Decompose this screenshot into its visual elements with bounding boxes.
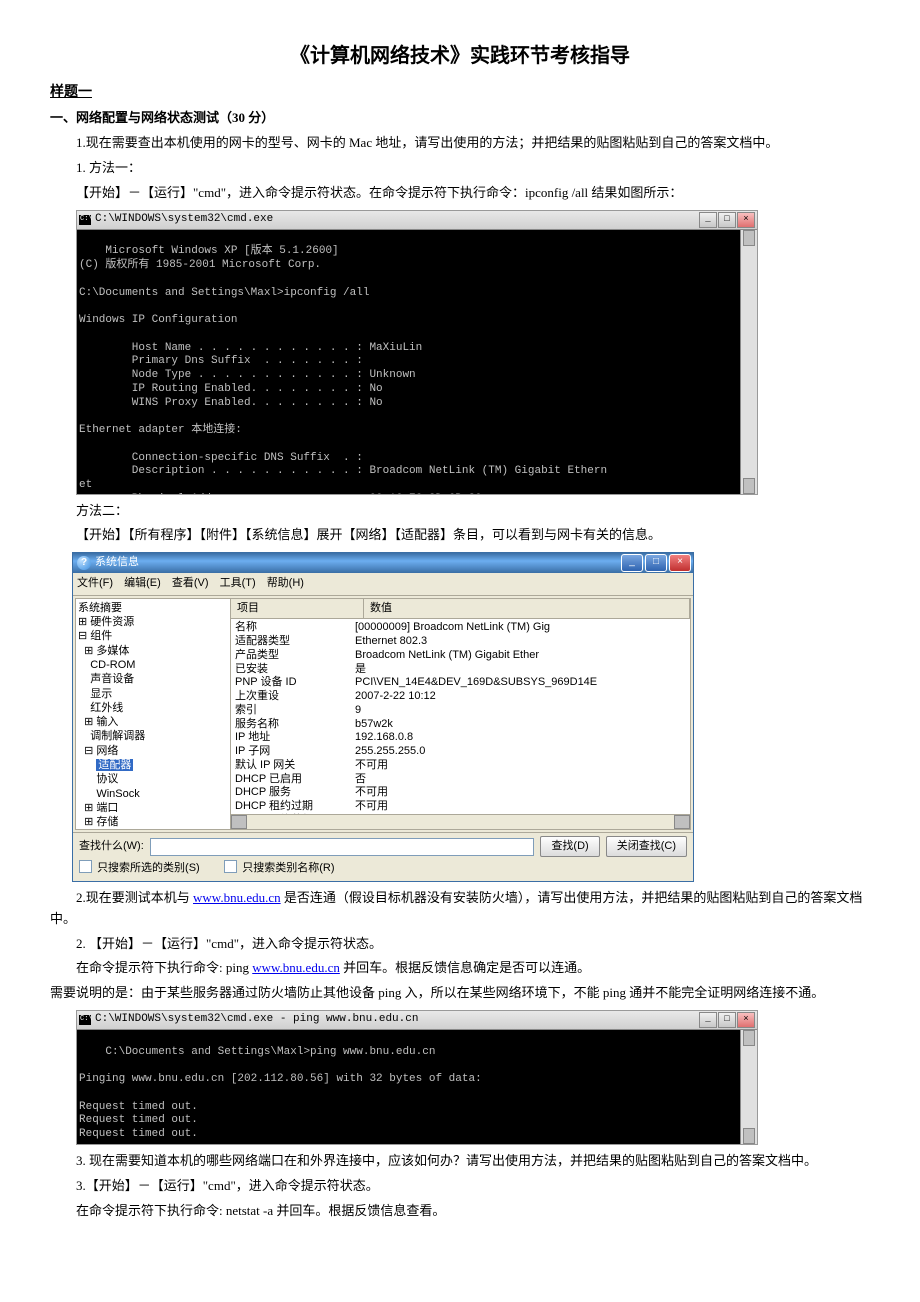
method1-text: 【开始】－【运行】"cmd"，进入命令提示符状态。在命令提示符下执行命令：ipc… — [50, 183, 870, 204]
minimize-button[interactable]: _ — [699, 1012, 717, 1028]
menu-edit[interactable]: 编辑(E) — [124, 577, 161, 589]
checkbox-label-1: 只搜索所选的类别(S) — [97, 862, 200, 874]
tree-node[interactable]: 显示 — [78, 687, 228, 701]
tree-node[interactable]: ⊞ 存储 — [78, 815, 228, 829]
section1-heading: 一、网络配置与网络状态测试（30 分） — [50, 108, 870, 129]
tree-node[interactable]: 声音设备 — [78, 672, 228, 686]
find-button[interactable]: 查找(D) — [540, 836, 599, 858]
tree-node[interactable]: 红外线 — [78, 701, 228, 715]
search-label: 查找什么(W): — [79, 838, 144, 856]
maximize-button[interactable]: □ — [718, 212, 736, 228]
method2-text: 【开始】【所有程序】【附件】【系统信息】展开【网络】【适配器】条目，可以看到与网… — [50, 525, 870, 546]
cmd-scrollbar[interactable] — [740, 1030, 757, 1144]
cmd-icon — [79, 1015, 91, 1025]
link-bnu[interactable]: www.bnu.edu.cn — [193, 890, 281, 905]
search-input[interactable] — [150, 838, 535, 856]
cmd-title-text: C:\WINDOWS\system32\cmd.exe - ping www.b… — [95, 1011, 418, 1029]
checkbox-label-2: 只搜索类别名称(R) — [242, 862, 334, 874]
list-horizontal-scrollbar[interactable] — [231, 814, 690, 829]
method1-label: 1. 方法一： — [50, 158, 870, 179]
menu-file[interactable]: 文件(F) — [77, 577, 113, 589]
close-button[interactable]: × — [737, 1012, 755, 1028]
q2-text-a: 2.现在要测试本机与 — [76, 890, 193, 905]
question-3: 3. 现在需要知道本机的哪些网络端口在和外界连接中，应该如何办？请写出使用方法，… — [50, 1151, 870, 1172]
method2-label: 方法二： — [50, 501, 870, 522]
cmd-output: Microsoft Windows XP [版本 5.1.2600] (C) 版… — [79, 245, 607, 493]
menu-help[interactable]: 帮助(H) — [267, 577, 304, 589]
list-rows[interactable]: 名称 适配器类型 产品类型 已安装 PNP 设备 ID 上次重设 索引 服务名称… — [231, 619, 690, 813]
tree-node[interactable]: ⊟ 网络 — [78, 744, 228, 758]
cmd-icon — [79, 215, 91, 225]
close-button[interactable]: × — [737, 212, 755, 228]
cmd-titlebar[interactable]: C:\WINDOWS\system32\cmd.exe - ping www.b… — [77, 1011, 757, 1030]
cmd-window-ping: C:\WINDOWS\system32\cmd.exe - ping www.b… — [76, 1010, 758, 1145]
answer-3-step2: 在命令提示符下执行命令: netstat -a 并回车。根据反馈信息查看。 — [50, 1201, 870, 1222]
answer-2-step2: 在命令提示符下执行命令: ping www.bnu.edu.cn 并回车。根据反… — [50, 958, 870, 979]
cmd-titlebar[interactable]: C:\WINDOWS\system32\cmd.exe _ □ × — [77, 211, 757, 230]
checkbox-category-names[interactable] — [224, 860, 237, 873]
system-info-window: ? 系统信息 _ □ × 文件(F) 编辑(E) 查看(V) 工具(T) 帮助(… — [72, 552, 694, 882]
minimize-button[interactable]: _ — [699, 212, 717, 228]
tree-node[interactable]: ⊞ 多媒体 — [78, 644, 228, 658]
tree-node[interactable]: ⊞ 输入 — [78, 715, 228, 729]
sysinfo-title: 系统信息 — [95, 554, 139, 572]
maximize-button[interactable]: □ — [718, 1012, 736, 1028]
tree-node[interactable]: 调制解调器 — [78, 729, 228, 743]
cmd-title-text: C:\WINDOWS\system32\cmd.exe — [95, 211, 273, 229]
list-headers[interactable]: 项目 数值 — [231, 599, 690, 620]
close-find-button[interactable]: 关闭查找(C) — [606, 836, 687, 858]
tree-node[interactable]: WinSock — [78, 787, 228, 801]
a2-text-b: 并回车。根据反馈信息确定是否可以连通。 — [340, 960, 590, 975]
sample-heading: 样题一 — [50, 82, 870, 104]
col-header-value[interactable]: 数值 — [364, 599, 690, 619]
cmd-output: C:\Documents and Settings\Maxl>ping www.… — [79, 1046, 482, 1144]
checkbox-selected-category[interactable] — [79, 860, 92, 873]
sysinfo-titlebar[interactable]: ? 系统信息 _ □ × — [73, 553, 693, 573]
help-icon: ? — [77, 556, 91, 570]
question-2: 2.现在要测试本机与 www.bnu.edu.cn 是否连通（假设目标机器没有安… — [50, 888, 870, 930]
page-title: 《计算机网络技术》实践环节考核指导 — [50, 40, 870, 72]
tree-node[interactable]: 协议 — [78, 772, 228, 786]
menu-tools[interactable]: 工具(T) — [220, 577, 256, 589]
maximize-button[interactable]: □ — [645, 554, 667, 572]
tree-node[interactable]: ⊟ 组件 — [78, 629, 228, 643]
search-bar: 查找什么(W): 查找(D) 关闭查找(C) 只搜索所选的类别(S) 只搜索类别… — [73, 832, 693, 881]
close-button[interactable]: × — [669, 554, 691, 572]
question-1: 1.现在需要查出本机使用的网卡的型号、网卡的 Mac 地址，请写出使用的方法；并… — [50, 133, 870, 154]
tree-node[interactable]: ⊞ 硬件资源 — [78, 615, 228, 629]
col-header-item[interactable]: 项目 — [231, 599, 364, 619]
menu-bar[interactable]: 文件(F) 编辑(E) 查看(V) 工具(T) 帮助(H) — [73, 573, 693, 596]
cmd-window-ipconfig: C:\WINDOWS\system32\cmd.exe _ □ × Micros… — [76, 210, 758, 495]
minimize-button[interactable]: _ — [621, 554, 643, 572]
tree-node[interactable]: 系统摘要 — [78, 601, 228, 615]
a2-text-a: 在命令提示符下执行命令: ping — [76, 960, 252, 975]
tree-pane[interactable]: 系统摘要⊞ 硬件资源⊟ 组件 ⊞ 多媒体 CD-ROM 声音设备 显示 红外线 … — [76, 599, 231, 829]
answer-2-step1: 2. 【开始】－【运行】"cmd"，进入命令提示符状态。 — [50, 934, 870, 955]
tree-node[interactable]: CD-ROM — [78, 658, 228, 672]
cmd-scrollbar[interactable] — [740, 230, 757, 494]
answer-2-note: 需要说明的是：由于某些服务器通过防火墙防止其他设备 ping 入，所以在某些网络… — [50, 983, 870, 1004]
tree-node[interactable]: ⊞ 端口 — [78, 801, 228, 815]
link-bnu-2[interactable]: www.bnu.edu.cn — [252, 960, 340, 975]
answer-3-step1: 3.【开始】－【运行】"cmd"，进入命令提示符状态。 — [50, 1176, 870, 1197]
menu-view[interactable]: 查看(V) — [172, 577, 209, 589]
tree-node[interactable]: 适配器 — [78, 758, 228, 772]
